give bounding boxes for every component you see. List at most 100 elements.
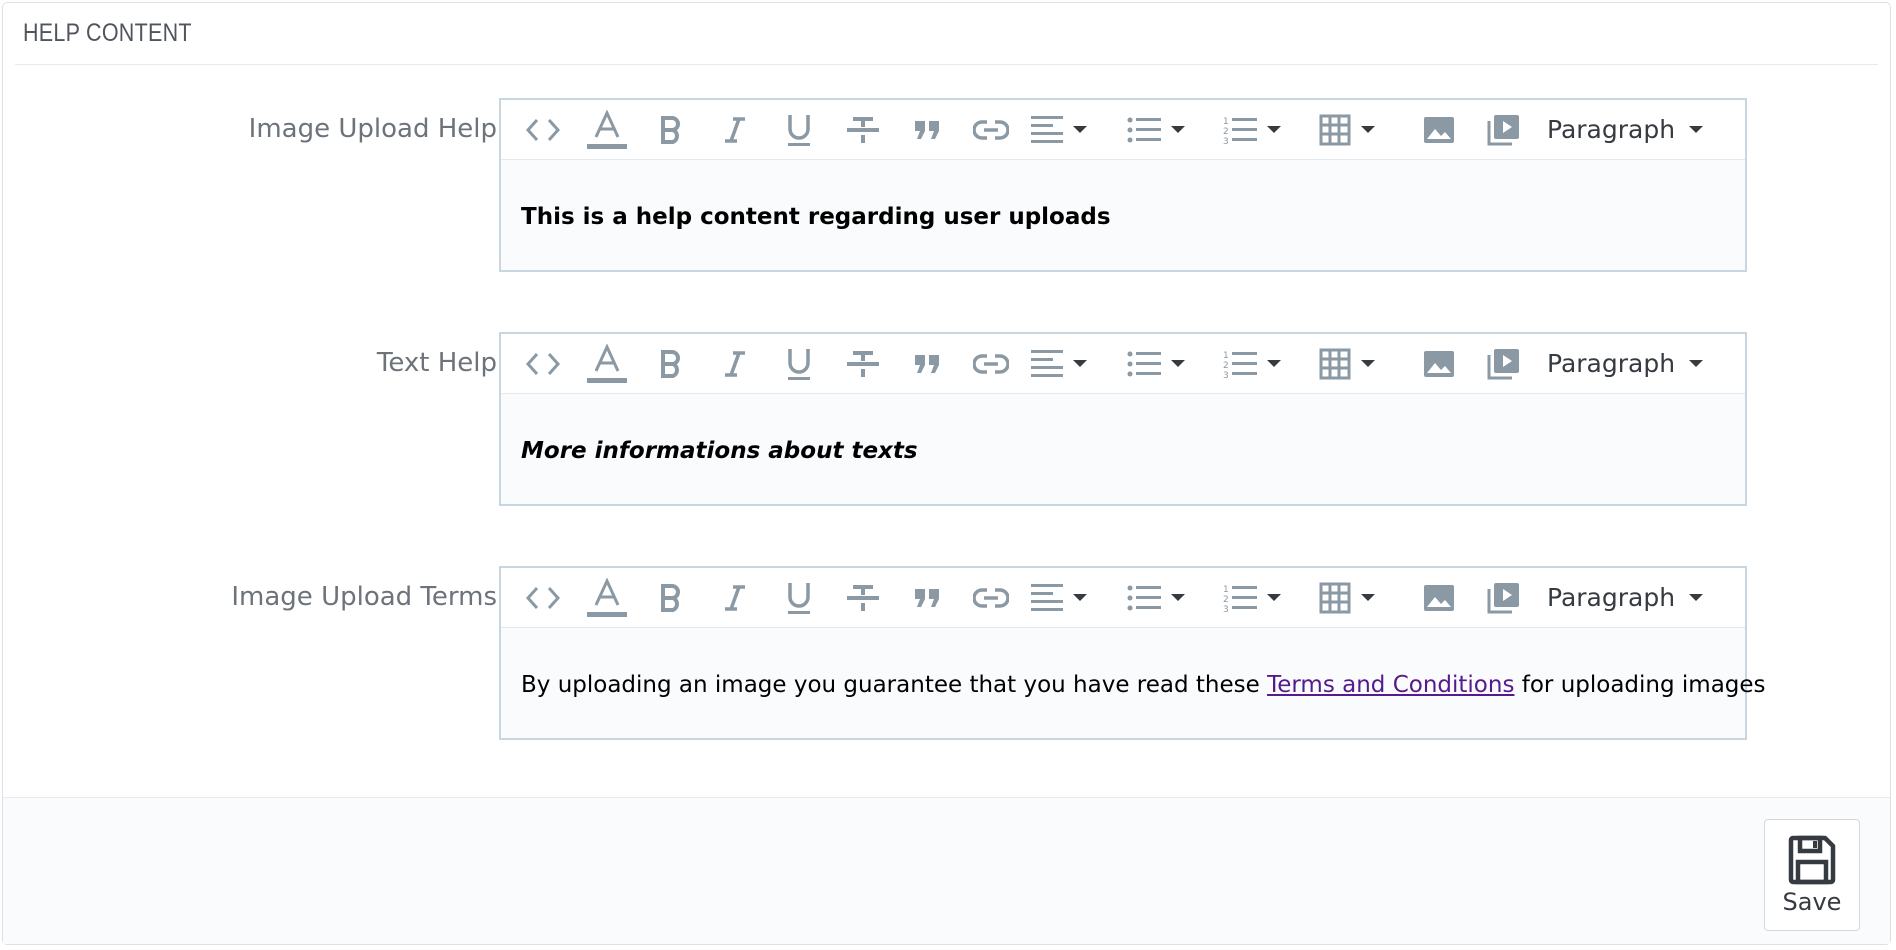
link-icon: [973, 353, 1009, 375]
format-dropdown-label: Paragraph: [1547, 115, 1676, 144]
table-icon: [1319, 582, 1351, 614]
link-icon: [973, 587, 1009, 609]
chevron-down-icon: [1689, 360, 1704, 367]
bold-icon: [660, 583, 682, 612]
blockquote-button[interactable]: [903, 106, 951, 154]
svg-text:3: 3: [1223, 371, 1229, 379]
format-dropdown[interactable]: Paragraph: [1547, 349, 1704, 378]
svg-text:3: 3: [1223, 137, 1229, 145]
blockquote-button[interactable]: [903, 574, 951, 622]
code-button[interactable]: [519, 340, 567, 388]
editor-toolbar: 1 2 3 Paragraph: [501, 334, 1745, 394]
panel-footer: Save: [3, 797, 1890, 944]
blockquote-button[interactable]: [903, 340, 951, 388]
media-icon: [1486, 582, 1520, 614]
bold-icon: [660, 115, 682, 144]
terms-text-after: for uploading images: [1514, 672, 1766, 698]
italic-icon: [723, 116, 747, 144]
strikethrough-icon: [847, 115, 879, 145]
image-button[interactable]: [1415, 106, 1463, 154]
panel-title: HELP CONTENT: [23, 19, 192, 47]
link-button[interactable]: [967, 340, 1015, 388]
save-button[interactable]: Save: [1764, 819, 1860, 931]
underline-button[interactable]: [775, 340, 823, 388]
code-button[interactable]: [519, 106, 567, 154]
table-button[interactable]: [1319, 340, 1399, 388]
media-button[interactable]: [1479, 574, 1527, 622]
floppy-disk-icon: [1788, 835, 1836, 885]
svg-text:3: 3: [1223, 605, 1229, 613]
bold-button[interactable]: [647, 340, 695, 388]
table-button[interactable]: [1319, 106, 1399, 154]
code-icon: [525, 117, 561, 143]
bold-button[interactable]: [647, 106, 695, 154]
align-button[interactable]: [1031, 340, 1111, 388]
numbered-list-button[interactable]: 123: [1223, 340, 1303, 388]
italic-icon: [723, 350, 747, 378]
terms-link[interactable]: Terms and Conditions: [1267, 672, 1514, 698]
bullet-list-icon: [1127, 584, 1161, 612]
link-button[interactable]: [967, 106, 1015, 154]
bullet-list-button[interactable]: [1127, 106, 1207, 154]
text-color-icon: [587, 109, 627, 150]
underline-button[interactable]: [775, 106, 823, 154]
align-button[interactable]: [1031, 574, 1111, 622]
svg-text:2: 2: [1223, 127, 1229, 137]
editor-content[interactable]: More informations about texts: [501, 394, 1745, 464]
help-content-panel: HELP CONTENT Image Upload Help 1 2 3 Paragr…: [2, 2, 1891, 945]
strikethrough-button[interactable]: [839, 574, 887, 622]
underline-button[interactable]: [775, 574, 823, 622]
link-icon: [973, 119, 1009, 141]
image-button[interactable]: [1415, 340, 1463, 388]
italic-button[interactable]: [711, 340, 759, 388]
table-button[interactable]: [1319, 574, 1399, 622]
editor-content[interactable]: This is a help content regarding user up…: [501, 160, 1745, 230]
chevron-down-icon: [1171, 360, 1185, 367]
link-button[interactable]: [967, 574, 1015, 622]
blockquote-icon: [914, 353, 940, 375]
image-icon: [1423, 116, 1455, 144]
bold-icon: [660, 349, 682, 378]
media-icon: [1486, 348, 1520, 380]
rich-text-editor-image-upload-help[interactable]: 1 2 3 Paragraph This is a help content rega…: [499, 98, 1747, 272]
rich-text-editor-image-upload-terms[interactable]: 1 2 3 Paragraph By uploading an image you g…: [499, 566, 1766, 740]
align-button[interactable]: [1031, 106, 1111, 154]
italic-button[interactable]: [711, 574, 759, 622]
chevron-down-icon: [1267, 360, 1281, 367]
italic-button[interactable]: [711, 106, 759, 154]
bullet-list-button[interactable]: [1127, 340, 1207, 388]
panel-heading: HELP CONTENT: [15, 3, 1878, 65]
chevron-down-icon: [1073, 594, 1087, 601]
numbered-list-icon: 123: [1223, 583, 1257, 613]
bold-button[interactable]: [647, 574, 695, 622]
chevron-down-icon: [1361, 126, 1375, 133]
chevron-down-icon: [1073, 126, 1087, 133]
media-button[interactable]: [1479, 106, 1527, 154]
editor-content[interactable]: By uploading an image you guarantee that…: [501, 628, 1766, 698]
chevron-down-icon: [1361, 360, 1375, 367]
numbered-list-button[interactable]: 123: [1223, 574, 1303, 622]
numbered-list-button[interactable]: 123: [1223, 106, 1303, 154]
text-color-button[interactable]: [583, 106, 631, 154]
chevron-down-icon: [1689, 126, 1704, 133]
bullet-list-button[interactable]: [1127, 574, 1207, 622]
strikethrough-button[interactable]: [839, 106, 887, 154]
field-label: Image Upload Help: [248, 114, 497, 144]
text-color-button[interactable]: [583, 574, 631, 622]
field-label: Image Upload Terms: [231, 582, 497, 612]
image-button[interactable]: [1415, 574, 1463, 622]
align-icon: [1031, 349, 1063, 379]
svg-text:2: 2: [1223, 595, 1229, 605]
rich-text-editor-text-help[interactable]: 1 2 3 Paragraph More informations about tex…: [499, 332, 1747, 506]
numbered-list-icon: 123: [1223, 115, 1257, 145]
format-dropdown[interactable]: Paragraph: [1547, 583, 1704, 612]
media-button[interactable]: [1479, 340, 1527, 388]
numbered-list-icon: 123: [1223, 349, 1257, 379]
format-dropdown[interactable]: Paragraph: [1547, 115, 1704, 144]
table-icon: [1319, 114, 1351, 146]
text-color-button[interactable]: [583, 340, 631, 388]
strikethrough-button[interactable]: [839, 340, 887, 388]
code-button[interactable]: [519, 574, 567, 622]
field-label: Text Help: [376, 348, 497, 378]
bullet-list-icon: [1127, 116, 1161, 144]
